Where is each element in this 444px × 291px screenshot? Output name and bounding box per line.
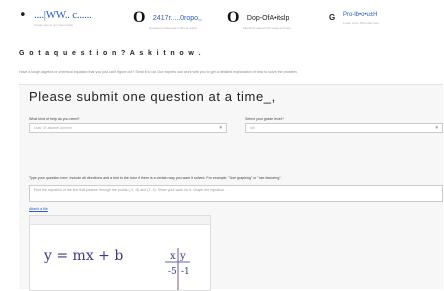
grade-level-label: Select your grade level:* [245,117,284,121]
table-cell-y: -1 [181,267,190,277]
logo-subtitle: Create one to our trees today [34,23,74,27]
stat-caption: Questions answered in all our topics [149,26,198,30]
g-icon: G [329,13,336,22]
table-header-x: x [170,251,176,262]
handwritten-work: y = mx + b x y -5 -1 [43,248,190,290]
top-stats-bar: • ....|WW.. c...... Create one to our tr… [0,0,444,42]
help-type-value: Dvar Of-aksteet Amelee [34,126,73,130]
stat-value: Dop-OfA•it≤lp [246,14,290,22]
help-type-select[interactable]: Dvar Of-aksteet Amelee ▾ [29,123,227,133]
grade-level-select[interactable]: sth ▾ [245,123,443,133]
question-label: Type your question here. Include all dir… [29,176,282,180]
attach-file-link[interactable]: Attach a file [29,207,48,211]
chevron-down-icon: ▾ [435,125,438,131]
table-cell-x: -5 [168,267,177,277]
site-logo-link[interactable]: ....|WW.. c...... [34,9,92,21]
stat-letter: O [133,9,146,26]
form-title: Please submit one question at a time_, [29,89,276,104]
stat-value-link[interactable]: 2417r.....0ropo,, [153,15,202,22]
stat-members: O Dop-OfA•it≤lp Members gained this week… [227,9,291,30]
grade-level-value: sth [250,126,255,130]
stat-letter: O [227,9,240,26]
chevron-down-icon: ▾ [219,125,222,131]
stat-caption: Members gained this week and ago [243,26,291,30]
pro-plan-link[interactable]: Pro-lb•o•u±H [343,12,378,18]
drawing-canvas[interactable]: y = mx + b x y -5 -1 [29,215,211,291]
pro-plan-caption: Lower a Pro Plus plan here [343,21,380,25]
stat-questions-answered: O 2417r.....0ropo,, Questions answered i… [133,9,202,30]
page-heading: G o t a q u e s t i o n ? A s k i t n o … [19,50,202,57]
handwritten-equation: y = mx + b [43,248,123,264]
table-header-y: y [179,251,186,262]
question-form: Please submit one question at a time_, W… [19,84,443,291]
bullet-icon: • [19,8,27,23]
intro-text: Have a tough algebra or chemical equatio… [19,70,298,74]
question-textarea[interactable]: Find the equation of the line that passe… [29,185,443,202]
help-type-label: What kind of help do you need? [29,117,80,121]
